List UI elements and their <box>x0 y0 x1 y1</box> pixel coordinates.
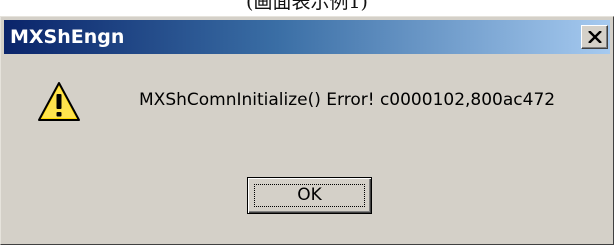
ok-button-label: OK <box>297 185 322 205</box>
close-button[interactable] <box>581 25 608 49</box>
ok-button[interactable]: OK <box>247 177 372 214</box>
document-caption-strip: (画面表示例1) <box>0 0 614 16</box>
error-message: MXShComnInitialize() Error! c0000102,800… <box>139 90 556 110</box>
error-dialog: MXShEngn MXShComnInitialize() Error! c00… <box>0 16 614 245</box>
window-title: MXShEngn <box>10 26 125 48</box>
close-icon <box>588 31 602 43</box>
warning-icon <box>38 82 80 121</box>
title-bar[interactable]: MXShEngn <box>4 20 610 54</box>
document-caption: (画面表示例1) <box>246 0 368 13</box>
